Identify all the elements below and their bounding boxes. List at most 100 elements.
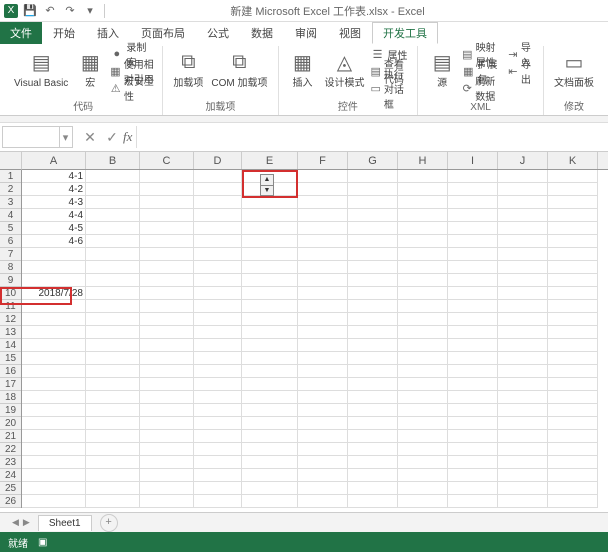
cell[interactable] (194, 209, 242, 222)
cell[interactable] (498, 287, 548, 300)
cell[interactable] (140, 183, 194, 196)
cell[interactable] (548, 404, 598, 417)
row-header[interactable]: 25 (0, 482, 21, 495)
cell[interactable] (22, 261, 86, 274)
row-header[interactable]: 12 (0, 313, 21, 326)
cell[interactable] (498, 365, 548, 378)
cell[interactable] (348, 222, 398, 235)
col-header[interactable]: F (298, 152, 348, 169)
cell[interactable] (348, 365, 398, 378)
cell[interactable] (298, 365, 348, 378)
file-tab[interactable]: 文件 (0, 22, 42, 44)
cell[interactable] (548, 495, 598, 508)
add-sheet-button[interactable]: + (100, 514, 118, 532)
cell[interactable] (498, 430, 548, 443)
cell[interactable] (398, 248, 448, 261)
cell[interactable] (498, 196, 548, 209)
cell[interactable] (86, 482, 140, 495)
cell[interactable] (194, 222, 242, 235)
cell[interactable] (194, 365, 242, 378)
cell[interactable] (448, 365, 498, 378)
cell[interactable] (448, 274, 498, 287)
com-addins-button[interactable]: ⧉ COM 加载项 (209, 46, 269, 89)
cell[interactable] (194, 326, 242, 339)
tab-insert[interactable]: 插入 (86, 22, 130, 44)
cell[interactable] (22, 430, 86, 443)
spin-down-icon[interactable]: ▼ (261, 186, 273, 196)
cell[interactable] (548, 456, 598, 469)
row-header[interactable]: 20 (0, 417, 21, 430)
cell[interactable] (242, 209, 298, 222)
enter-icon[interactable]: ✓ (101, 129, 123, 146)
cell[interactable] (448, 430, 498, 443)
cell[interactable] (298, 430, 348, 443)
cell[interactable] (140, 170, 194, 183)
cell[interactable] (194, 417, 242, 430)
cell[interactable] (448, 183, 498, 196)
cell[interactable] (398, 495, 448, 508)
row-header[interactable]: 4 (0, 209, 21, 222)
row-header[interactable]: 19 (0, 404, 21, 417)
cell[interactable] (86, 495, 140, 508)
save-icon[interactable]: 💾 (22, 3, 38, 19)
cell[interactable] (298, 287, 348, 300)
cell[interactable] (348, 469, 398, 482)
cell[interactable] (86, 300, 140, 313)
cell[interactable] (498, 443, 548, 456)
cell[interactable] (348, 339, 398, 352)
cell[interactable] (498, 300, 548, 313)
cell[interactable] (398, 326, 448, 339)
cell[interactable] (448, 235, 498, 248)
cell[interactable] (194, 430, 242, 443)
cell[interactable] (194, 443, 242, 456)
cell[interactable] (498, 261, 548, 274)
cell[interactable] (194, 378, 242, 391)
cell[interactable] (298, 339, 348, 352)
cell[interactable] (398, 352, 448, 365)
spin-up-icon[interactable]: ▲ (261, 175, 273, 186)
xml-source-button[interactable]: ▤ 源 (426, 46, 458, 89)
cell[interactable] (348, 170, 398, 183)
cell[interactable] (242, 222, 298, 235)
cell[interactable] (448, 443, 498, 456)
cell[interactable] (194, 170, 242, 183)
cell[interactable] (242, 430, 298, 443)
cell[interactable] (348, 300, 398, 313)
cell[interactable] (140, 365, 194, 378)
row-header[interactable]: 26 (0, 495, 21, 508)
cell[interactable] (448, 352, 498, 365)
cell[interactable] (498, 339, 548, 352)
cancel-icon[interactable]: ✕ (79, 129, 101, 146)
name-box[interactable] (2, 126, 60, 148)
cell[interactable] (548, 248, 598, 261)
undo-icon[interactable]: ↶ (42, 3, 58, 19)
cell[interactable] (298, 170, 348, 183)
cell[interactable] (242, 443, 298, 456)
name-box-dropdown-icon[interactable]: ▾ (59, 126, 73, 148)
col-header[interactable]: J (498, 152, 548, 169)
cell[interactable] (298, 378, 348, 391)
cell[interactable] (348, 235, 398, 248)
row-header[interactable]: 6 (0, 235, 21, 248)
cell[interactable] (242, 456, 298, 469)
cell[interactable] (448, 339, 498, 352)
cell[interactable] (298, 326, 348, 339)
cell[interactable] (298, 495, 348, 508)
tab-review[interactable]: 审阅 (284, 22, 328, 44)
cell[interactable] (398, 196, 448, 209)
cell[interactable] (86, 456, 140, 469)
cell[interactable] (86, 417, 140, 430)
cell[interactable] (242, 495, 298, 508)
cell[interactable] (140, 456, 194, 469)
cell[interactable] (242, 417, 298, 430)
cell[interactable]: 4-2 (22, 183, 86, 196)
cell[interactable] (498, 209, 548, 222)
cell[interactable] (22, 313, 86, 326)
cell[interactable] (348, 261, 398, 274)
row-header[interactable]: 7 (0, 248, 21, 261)
col-header[interactable]: D (194, 152, 242, 169)
cell[interactable] (86, 391, 140, 404)
cell[interactable] (22, 417, 86, 430)
cell[interactable] (22, 378, 86, 391)
redo-icon[interactable]: ↷ (62, 3, 78, 19)
